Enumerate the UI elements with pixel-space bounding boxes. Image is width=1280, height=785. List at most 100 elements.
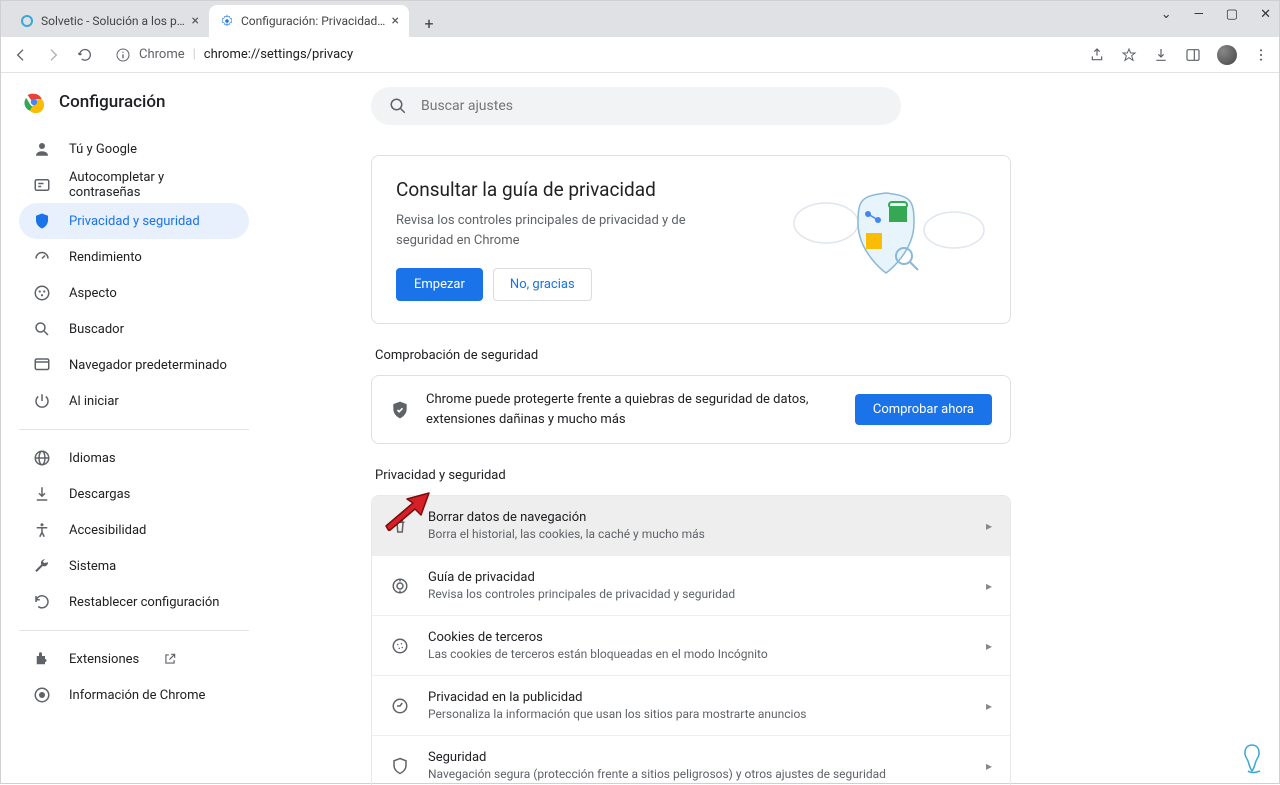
sidebar-item-speed[interactable]: Rendimiento bbox=[19, 239, 249, 275]
share-icon[interactable] bbox=[1089, 47, 1105, 63]
chevron-right-icon: ▸ bbox=[986, 639, 992, 653]
sidebar-item-puzzle[interactable]: Extensiones bbox=[19, 641, 249, 677]
sidebar-item-label: Navegador predeterminado bbox=[69, 358, 227, 373]
row-title: Guía de privacidad bbox=[428, 570, 968, 585]
shield-icon bbox=[33, 212, 51, 230]
person-icon bbox=[33, 140, 51, 158]
sidebar-item-label: Tú y Google bbox=[69, 142, 137, 157]
sidebar-item-label: Descargas bbox=[69, 487, 130, 502]
tab-close-icon[interactable]: × bbox=[392, 13, 399, 29]
sidebar-item-autofill[interactable]: Autocompletar y contraseñas bbox=[19, 167, 249, 203]
sidebar-item-label: Privacidad y seguridad bbox=[69, 214, 200, 229]
favicon-solvetic-icon bbox=[19, 13, 35, 29]
maximize-icon[interactable]: ▢ bbox=[1226, 7, 1238, 22]
window-controls: ⌄ ― ▢ ✕ bbox=[1161, 7, 1271, 22]
row-subtitle: Borra el historial, las cookies, la cach… bbox=[428, 527, 968, 541]
settings-sidebar: Configuración Tú y Google Autocompletar y… bbox=[1, 73, 261, 785]
row-title: Cookies de terceros bbox=[428, 630, 968, 645]
power-icon bbox=[33, 392, 51, 410]
reload-button[interactable] bbox=[75, 45, 95, 65]
sidebar-item-label: Idiomas bbox=[69, 451, 116, 466]
autofill-icon bbox=[33, 176, 51, 194]
privacy-row-security[interactable]: Seguridad Navegación segura (protección f… bbox=[372, 735, 1010, 785]
tab-title: Configuración: Privacidad y seg bbox=[241, 14, 386, 28]
close-window-icon[interactable]: ✕ bbox=[1260, 7, 1271, 22]
row-subtitle: Revisa los controles principales de priv… bbox=[428, 587, 968, 601]
accessibility-icon bbox=[33, 521, 51, 539]
chevron-right-icon: ▸ bbox=[986, 699, 992, 713]
sidebar-item-label: Sistema bbox=[69, 559, 116, 574]
download-toolbar-icon[interactable] bbox=[1153, 47, 1169, 63]
safety-text: Chrome puede protegerte frente a quiebra… bbox=[426, 390, 839, 429]
bookmark-icon[interactable] bbox=[1121, 47, 1137, 63]
sidebar-item-label: Al iniciar bbox=[69, 394, 119, 409]
sidebar-item-label: Extensiones bbox=[69, 652, 139, 667]
download-icon bbox=[33, 485, 51, 503]
new-tab-button[interactable]: + bbox=[415, 9, 443, 37]
guide-dismiss-button[interactable]: No, gracias bbox=[493, 268, 592, 301]
trash-icon bbox=[390, 517, 410, 535]
tab-settings[interactable]: Configuración: Privacidad y seg × bbox=[209, 5, 409, 37]
sidebar-item-search[interactable]: Buscador bbox=[19, 311, 249, 347]
sidebar-item-wrench[interactable]: Sistema bbox=[19, 548, 249, 584]
sidebar-item-person[interactable]: Tú y Google bbox=[19, 131, 249, 167]
privacy-row-trash[interactable]: Borrar datos de navegaciónBorra el histo… bbox=[372, 496, 1010, 555]
back-button[interactable] bbox=[11, 45, 31, 65]
guide-title: Consultar la guía de privacidad bbox=[396, 178, 766, 201]
profile-avatar[interactable] bbox=[1217, 45, 1237, 65]
sidepanel-icon[interactable] bbox=[1185, 47, 1201, 63]
search-input[interactable] bbox=[421, 98, 883, 114]
tab-solvetic[interactable]: Solvetic - Solución a los problem × bbox=[9, 5, 209, 37]
chevron-right-icon: ▸ bbox=[986, 519, 992, 533]
url-path: chrome://settings/privacy bbox=[204, 47, 353, 62]
sidebar-item-label: Rendimiento bbox=[69, 250, 142, 265]
chrome-logo-icon bbox=[23, 91, 45, 113]
sidebar-item-shield[interactable]: Privacidad y seguridad bbox=[19, 203, 249, 239]
safety-check-button[interactable]: Comprobar ahora bbox=[855, 394, 992, 425]
sidebar-item-label: Autocompletar y contraseñas bbox=[69, 170, 235, 200]
privacy-settings-list: Borrar datos de navegaciónBorra el histo… bbox=[371, 495, 1011, 785]
wrench-icon bbox=[33, 557, 51, 575]
settings-search[interactable] bbox=[371, 87, 901, 125]
speed-icon bbox=[33, 248, 51, 266]
sidebar-item-power[interactable]: Al iniciar bbox=[19, 383, 249, 419]
chevron-down-icon[interactable]: ⌄ bbox=[1161, 7, 1172, 22]
privacy-row-cookie[interactable]: Cookies de tercerosLas cookies de tercer… bbox=[372, 615, 1010, 675]
sidebar-item-globe[interactable]: Idiomas bbox=[19, 440, 249, 476]
safety-check-card: Chrome puede protegerte frente a quiebra… bbox=[371, 375, 1011, 444]
globe-icon bbox=[33, 449, 51, 467]
tab-title: Solvetic - Solución a los problem bbox=[41, 14, 186, 28]
privacy-row-target[interactable]: Guía de privacidad Revisa los controles p… bbox=[372, 555, 1010, 615]
search-icon bbox=[33, 320, 51, 338]
site-info-icon bbox=[115, 47, 131, 63]
url-origin: Chrome bbox=[139, 47, 185, 62]
tab-close-icon[interactable]: × bbox=[192, 13, 199, 29]
row-subtitle: Navegación segura (protección frente a s… bbox=[428, 767, 968, 781]
guide-start-button[interactable]: Empezar bbox=[396, 268, 483, 301]
security-icon bbox=[390, 757, 410, 775]
menu-icon[interactable] bbox=[1253, 47, 1269, 63]
reset-icon bbox=[33, 593, 51, 611]
sidebar-item-chrome[interactable]: Información de Chrome bbox=[19, 677, 249, 713]
chevron-right-icon: ▸ bbox=[986, 579, 992, 593]
search-icon bbox=[389, 97, 407, 115]
target-icon bbox=[390, 577, 410, 595]
sidebar-item-label: Buscador bbox=[69, 322, 124, 337]
guide-subtitle: Revisa los controles principales de priv… bbox=[396, 211, 696, 250]
sidebar-item-appearance[interactable]: Aspecto bbox=[19, 275, 249, 311]
sidebar-item-reset[interactable]: Restablecer configuración bbox=[19, 584, 249, 620]
sidebar-item-browser[interactable]: Navegador predeterminado bbox=[19, 347, 249, 383]
appearance-icon bbox=[33, 284, 51, 302]
sidebar-item-label: Accesibilidad bbox=[69, 523, 146, 538]
minimize-icon[interactable]: ― bbox=[1194, 7, 1204, 22]
privacy-guide-card: Consultar la guía de privacidad Revisa l… bbox=[371, 155, 1011, 324]
forward-button[interactable] bbox=[43, 45, 63, 65]
ads-icon bbox=[390, 697, 410, 715]
chevron-right-icon: ▸ bbox=[986, 759, 992, 773]
sidebar-item-download[interactable]: Descargas bbox=[19, 476, 249, 512]
page-title: Configuración bbox=[59, 92, 165, 112]
sidebar-item-accessibility[interactable]: Accesibilidad bbox=[19, 512, 249, 548]
address-bar[interactable]: Chrome | chrome://settings/privacy bbox=[107, 41, 357, 69]
privacy-row-ads[interactable]: Privacidad en la publicidadPersonaliza l… bbox=[372, 675, 1010, 735]
row-title: Seguridad bbox=[428, 750, 968, 765]
